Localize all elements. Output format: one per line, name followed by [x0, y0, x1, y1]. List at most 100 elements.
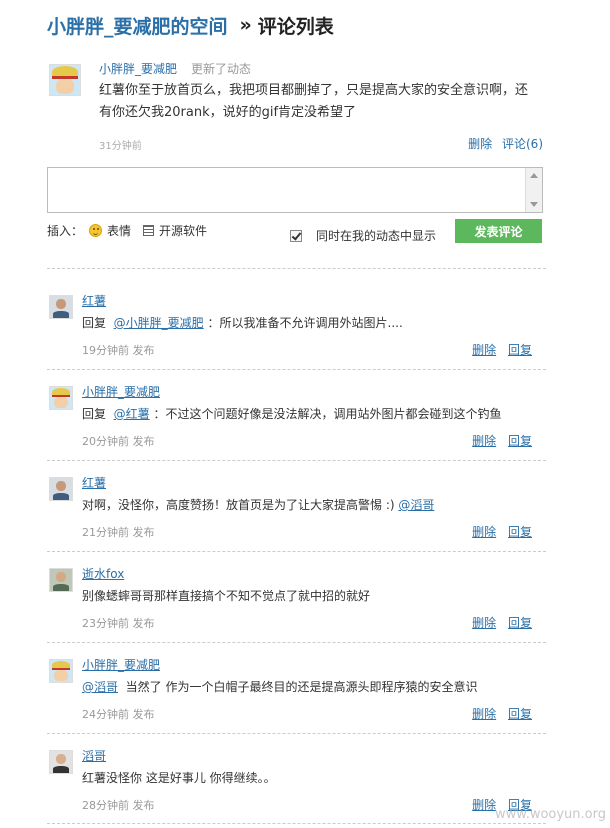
- comment-item: 逝水fox 别像蟋蟀哥哥那样直接搞个不知不觉点了就中招的就好 23分钟前 发布 …: [47, 556, 546, 646]
- scrollbar[interactable]: [525, 168, 542, 212]
- reply-prefix: 回复: [82, 316, 107, 330]
- comment-text: 回复 @红薯 ：不过这个问题好像是没法解决，调用站外图片都会碰到这个钓鱼: [82, 405, 502, 422]
- post-comment-link[interactable]: 评论(6): [502, 137, 543, 151]
- comment-item: 滔哥 红薯没怪你 这是好事儿 你得继续。。 28分钟前 发布 删除 回复: [47, 738, 546, 828]
- avatar[interactable]: [49, 64, 81, 96]
- comment-body: ：不过这个问题好像是没法解决，调用站外图片都会碰到这个钓鱼: [153, 407, 502, 421]
- time-text: 19分钟前: [82, 344, 129, 357]
- delete-link[interactable]: 删除: [472, 707, 496, 721]
- delete-link[interactable]: 删除: [472, 525, 496, 539]
- comment-time: 24分钟前 发布: [82, 706, 155, 722]
- page-title: 评论列表: [257, 15, 334, 38]
- comment-actions: 删除 回复: [464, 341, 532, 358]
- comment-item: 小胖胖_要减肥 @滔哥 当然了 作为一个白帽子最终目的还是提高源头即程序猿的安全…: [47, 647, 546, 737]
- comment-body: 当然了 作为一个白帽子最终目的还是提高源头即程序猿的安全意识: [125, 680, 478, 694]
- comment-actions: 删除 回复: [464, 523, 532, 540]
- avatar[interactable]: [49, 295, 73, 319]
- comment-text: 回复 @小胖胖_要减肥 ：所以我准备不允许调用外站图片....: [82, 314, 403, 331]
- comment-author-link[interactable]: 红薯: [82, 474, 106, 491]
- scroll-down-icon[interactable]: [530, 202, 538, 207]
- delete-link[interactable]: 删除: [472, 616, 496, 630]
- comment-text: 红薯没怪你 这是好事儿 你得继续。。: [82, 769, 276, 786]
- reply-link[interactable]: 回复: [508, 616, 532, 630]
- reply-link[interactable]: 回复: [508, 434, 532, 448]
- comment-time: 20分钟前 发布: [82, 433, 155, 449]
- sync-label: 同时在我的动态中显示: [316, 229, 437, 243]
- avatar[interactable]: [49, 386, 73, 410]
- comment-body: ：所以我准备不允许调用外站图片....: [207, 316, 403, 330]
- post-author-link[interactable]: 小胖胖_要减肥: [99, 60, 177, 77]
- comment-editor: [47, 167, 543, 213]
- comment-body: 别像蟋蟀哥哥那样直接搞个不知不觉点了就中招的就好: [82, 589, 371, 603]
- reply-link[interactable]: 回复: [508, 343, 532, 357]
- software-link[interactable]: 开源软件: [159, 222, 207, 239]
- delete-link[interactable]: 删除: [472, 798, 496, 812]
- mention-link[interactable]: @滔哥: [398, 498, 434, 512]
- reply-link[interactable]: 回复: [508, 707, 532, 721]
- post-actions: 删除 评论(6): [462, 135, 543, 152]
- sync-checkbox[interactable]: [290, 229, 302, 242]
- comment-actions: 删除 回复: [464, 614, 532, 631]
- comment-author-link[interactable]: 小胖胖_要减肥: [82, 656, 160, 673]
- insert-label: 插入：: [47, 224, 84, 238]
- comment-author-link[interactable]: 滔哥: [82, 747, 106, 764]
- divider: [47, 460, 546, 461]
- reply-prefix: 回复: [82, 407, 107, 421]
- post-text: 红薯你至于放首页么，我把项目都删掉了，只是提高大家的安全意识啊，还有你还欠我20…: [99, 83, 529, 120]
- software-icon[interactable]: [143, 225, 155, 236]
- divider: [47, 823, 546, 824]
- comment-body: 红薯没怪你 这是好事儿 你得继续。。: [82, 771, 276, 785]
- comment-item: 红薯 回复 @小胖胖_要减肥 ：所以我准备不允许调用外站图片.... 19分钟前…: [47, 283, 546, 373]
- space-title-link[interactable]: 小胖胖_要减肥的空间: [47, 12, 228, 39]
- avatar[interactable]: [49, 477, 73, 501]
- divider: [47, 369, 546, 370]
- post-time: 31分钟前: [99, 141, 142, 152]
- time-text: 21分钟前: [82, 526, 129, 539]
- comment-item: 小胖胖_要减肥 回复 @红薯 ：不过这个问题好像是没法解决，调用站外图片都会碰到…: [47, 374, 546, 464]
- avatar[interactable]: [49, 568, 73, 592]
- comment-author-link[interactable]: 小胖胖_要减肥: [82, 383, 160, 400]
- breadcrumb-separator: »: [239, 14, 252, 36]
- mention-link[interactable]: @小胖胖_要减肥: [114, 316, 204, 330]
- divider: [47, 268, 546, 269]
- time-text: 23分钟前: [82, 617, 129, 630]
- emoji-link[interactable]: 表情: [107, 222, 131, 239]
- avatar[interactable]: [49, 659, 73, 683]
- comment-actions: 删除 回复: [464, 705, 532, 722]
- comment-author-link[interactable]: 逝水fox: [82, 565, 124, 582]
- mention-link[interactable]: @红薯: [114, 407, 150, 421]
- time-text: 20分钟前: [82, 435, 129, 448]
- comment-time: 28分钟前 发布: [82, 797, 155, 813]
- time-text: 24分钟前: [82, 708, 129, 721]
- reply-link[interactable]: 回复: [508, 525, 532, 539]
- comment-time: 19分钟前 发布: [82, 342, 155, 358]
- avatar[interactable]: [49, 750, 73, 774]
- publish-text: 发布: [132, 344, 155, 357]
- time-text: 28分钟前: [82, 799, 129, 812]
- page-header: 小胖胖_要减肥的空间 » 评论列表: [47, 10, 334, 40]
- publish-text: 发布: [132, 617, 155, 630]
- publish-text: 发布: [132, 526, 155, 539]
- post-action-text: 更新了动态: [191, 62, 252, 76]
- mention-link[interactable]: @滔哥: [82, 680, 118, 694]
- delete-link[interactable]: 删除: [472, 343, 496, 357]
- publish-text: 发布: [132, 708, 155, 721]
- smiley-icon[interactable]: [89, 224, 103, 237]
- publish-text: 发布: [132, 799, 155, 812]
- comment-author-link[interactable]: 红薯: [82, 292, 106, 309]
- divider: [47, 551, 546, 552]
- comment-textarea[interactable]: [48, 168, 526, 212]
- divider: [47, 642, 546, 643]
- publish-text: 发布: [132, 435, 155, 448]
- post-delete-link[interactable]: 删除: [468, 137, 492, 151]
- watermark: www.wooyun.org: [494, 807, 606, 822]
- comment-text: 别像蟋蟀哥哥那样直接搞个不知不觉点了就中招的就好: [82, 587, 370, 604]
- comment-time: 23分钟前 发布: [82, 615, 155, 631]
- delete-link[interactable]: 删除: [472, 434, 496, 448]
- insert-toolbar: 插入： 表情 开源软件: [47, 222, 207, 239]
- divider: [47, 733, 546, 734]
- submit-comment-button[interactable]: 发表评论: [455, 219, 542, 243]
- scroll-up-icon[interactable]: [530, 173, 538, 178]
- comment-body: 对啊，没怪你，高度赞扬！放首页是为了让大家提高警惕 :): [82, 498, 395, 512]
- comment-text: 对啊，没怪你，高度赞扬！放首页是为了让大家提高警惕 :) @滔哥: [82, 496, 434, 513]
